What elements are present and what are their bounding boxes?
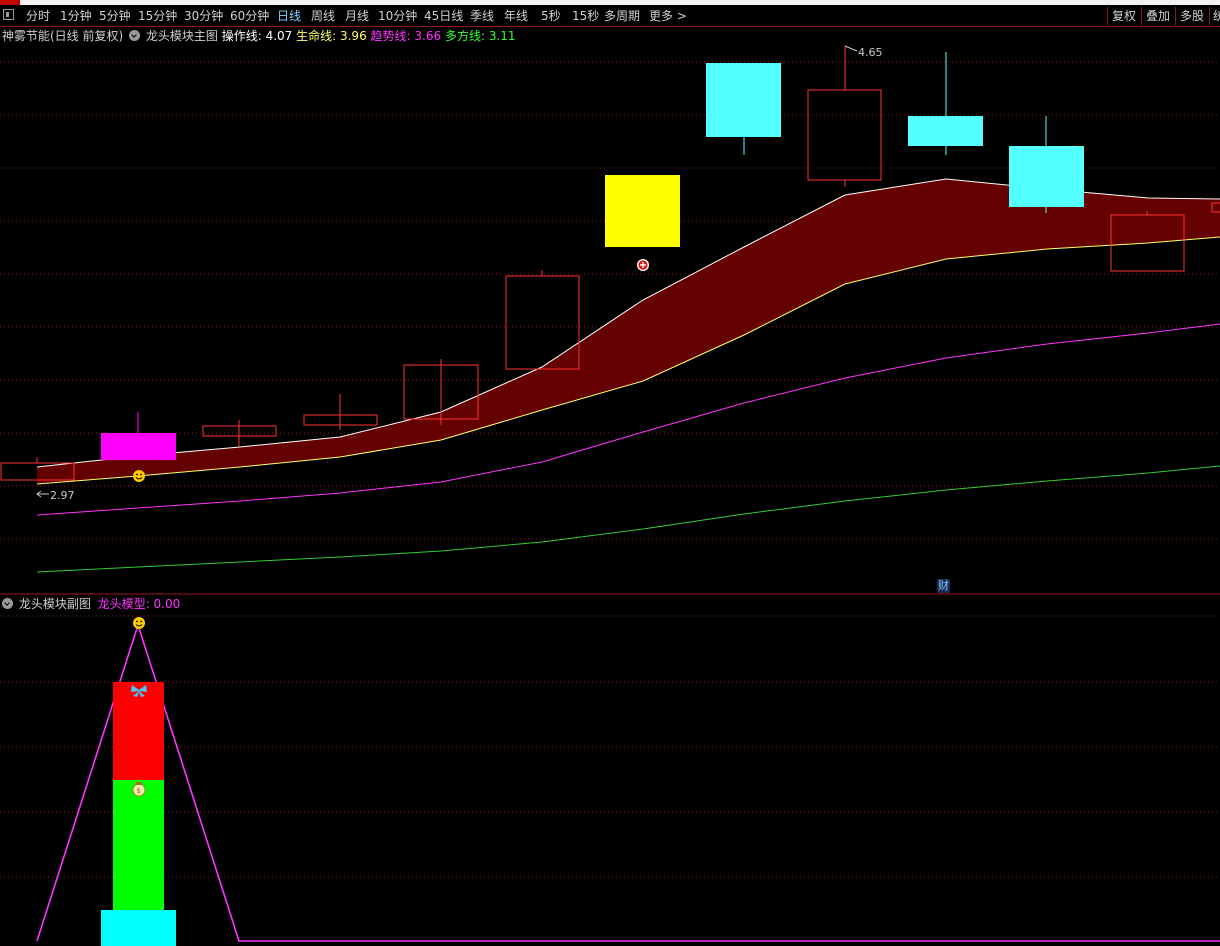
candle[interactable] [605, 175, 680, 247]
sub-indicator-dropdown-icon[interactable] [2, 598, 13, 609]
candle[interactable] [706, 63, 781, 155]
candle[interactable] [908, 52, 983, 155]
chart-canvas[interactable]: 4.65 2.97 $ [0, 0, 1220, 946]
candle[interactable] [1009, 116, 1084, 213]
dragon-model-line [36, 622, 1220, 942]
buy-plus-icon [637, 259, 649, 271]
low-price-label: 2.97 [50, 489, 75, 502]
sub-chart-legend: 龙头模块副图 龙头模型: 0.00 [2, 596, 180, 612]
candle[interactable] [202, 420, 277, 446]
sub-bar-red [113, 682, 164, 780]
svg-text:$: $ [137, 787, 141, 795]
low-price-marker: 2.97 [36, 489, 75, 502]
model-legend: 龙头模型: 0.00 [97, 597, 181, 611]
smiley-signal-icon [133, 470, 145, 482]
sub-grid [0, 615, 1220, 878]
sub-bar-cyan [101, 910, 176, 946]
high-price-marker: 4.65 [844, 45, 883, 59]
candle[interactable] [807, 46, 882, 187]
finance-marker[interactable]: 财 [937, 579, 950, 593]
high-price-label: 4.65 [858, 46, 883, 59]
sub-indicator-name: 龙头模块副图 [18, 597, 91, 611]
top-smiley-icon [133, 617, 145, 629]
bull-line [36, 465, 1220, 573]
candle[interactable] [303, 394, 378, 430]
candle[interactable] [101, 412, 176, 460]
sub-bar-green [113, 780, 164, 910]
